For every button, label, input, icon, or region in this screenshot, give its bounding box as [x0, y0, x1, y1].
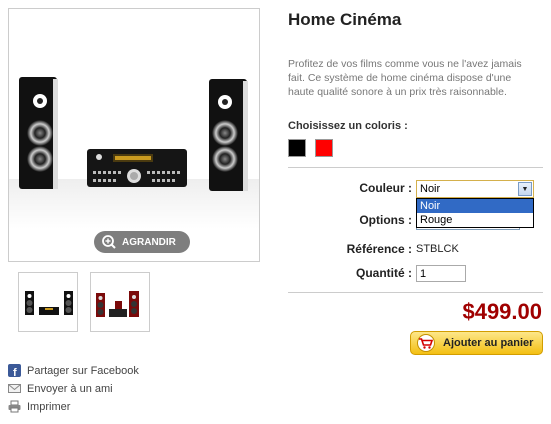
options-label: Options : [359, 213, 412, 227]
couleur-select[interactable]: Noir ▼ [416, 180, 534, 198]
color-swatch-red[interactable] [315, 139, 333, 157]
couleur-dropdown-list[interactable]: Noir Rouge [416, 198, 534, 228]
couleur-label: Couleur : [359, 181, 412, 195]
product-main-image[interactable]: AGRANDIR [8, 8, 260, 262]
chevron-down-icon[interactable]: ▼ [518, 182, 532, 196]
facebook-icon: f [8, 364, 21, 377]
add-to-cart-label: Ajouter au panier [443, 337, 534, 349]
share-facebook-label: Partager sur Facebook [27, 364, 139, 377]
reference-label: Référence : [346, 242, 412, 256]
svg-text:f: f [13, 367, 17, 377]
couleur-select-value: Noir [420, 183, 441, 195]
envelope-icon [8, 384, 21, 393]
quantite-label: Quantité : [356, 266, 412, 280]
thumbnail-red-image [96, 291, 139, 317]
magnifier-icon [102, 235, 116, 249]
product-title: Home Cinéma [288, 10, 402, 29]
print-label: Imprimer [27, 400, 71, 413]
thumbnail-black[interactable] [18, 272, 78, 332]
thumbnail-red[interactable] [90, 272, 150, 332]
product-price: $499.00 [462, 299, 542, 324]
send-friend-label: Envoyer à un ami [27, 382, 113, 395]
divider [288, 167, 543, 168]
zoom-label: AGRANDIR [122, 236, 176, 248]
product-description: Profitez de vos films comme vous ne l'av… [288, 58, 522, 98]
quantity-input[interactable] [416, 265, 466, 282]
reference-value: STBLCK [416, 243, 459, 255]
color-swatch-black[interactable] [288, 139, 306, 157]
dropdown-option-rouge[interactable]: Rouge [417, 213, 533, 227]
home-cinema-image [9, 77, 259, 229]
thumbnail-black-image [25, 291, 73, 315]
color-picker-label: Choisissez un coloris : [288, 120, 408, 132]
divider [288, 292, 543, 293]
zoom-button[interactable]: AGRANDIR [94, 231, 190, 253]
print-link[interactable]: Imprimer [8, 400, 70, 413]
send-friend-link[interactable]: Envoyer à un ami [8, 382, 113, 395]
add-to-cart-button[interactable]: Ajouter au panier [410, 331, 543, 355]
dropdown-option-noir[interactable]: Noir [417, 199, 533, 213]
shopping-cart-icon [417, 334, 435, 352]
printer-icon [8, 400, 21, 413]
share-facebook-link[interactable]: f Partager sur Facebook [8, 364, 139, 377]
